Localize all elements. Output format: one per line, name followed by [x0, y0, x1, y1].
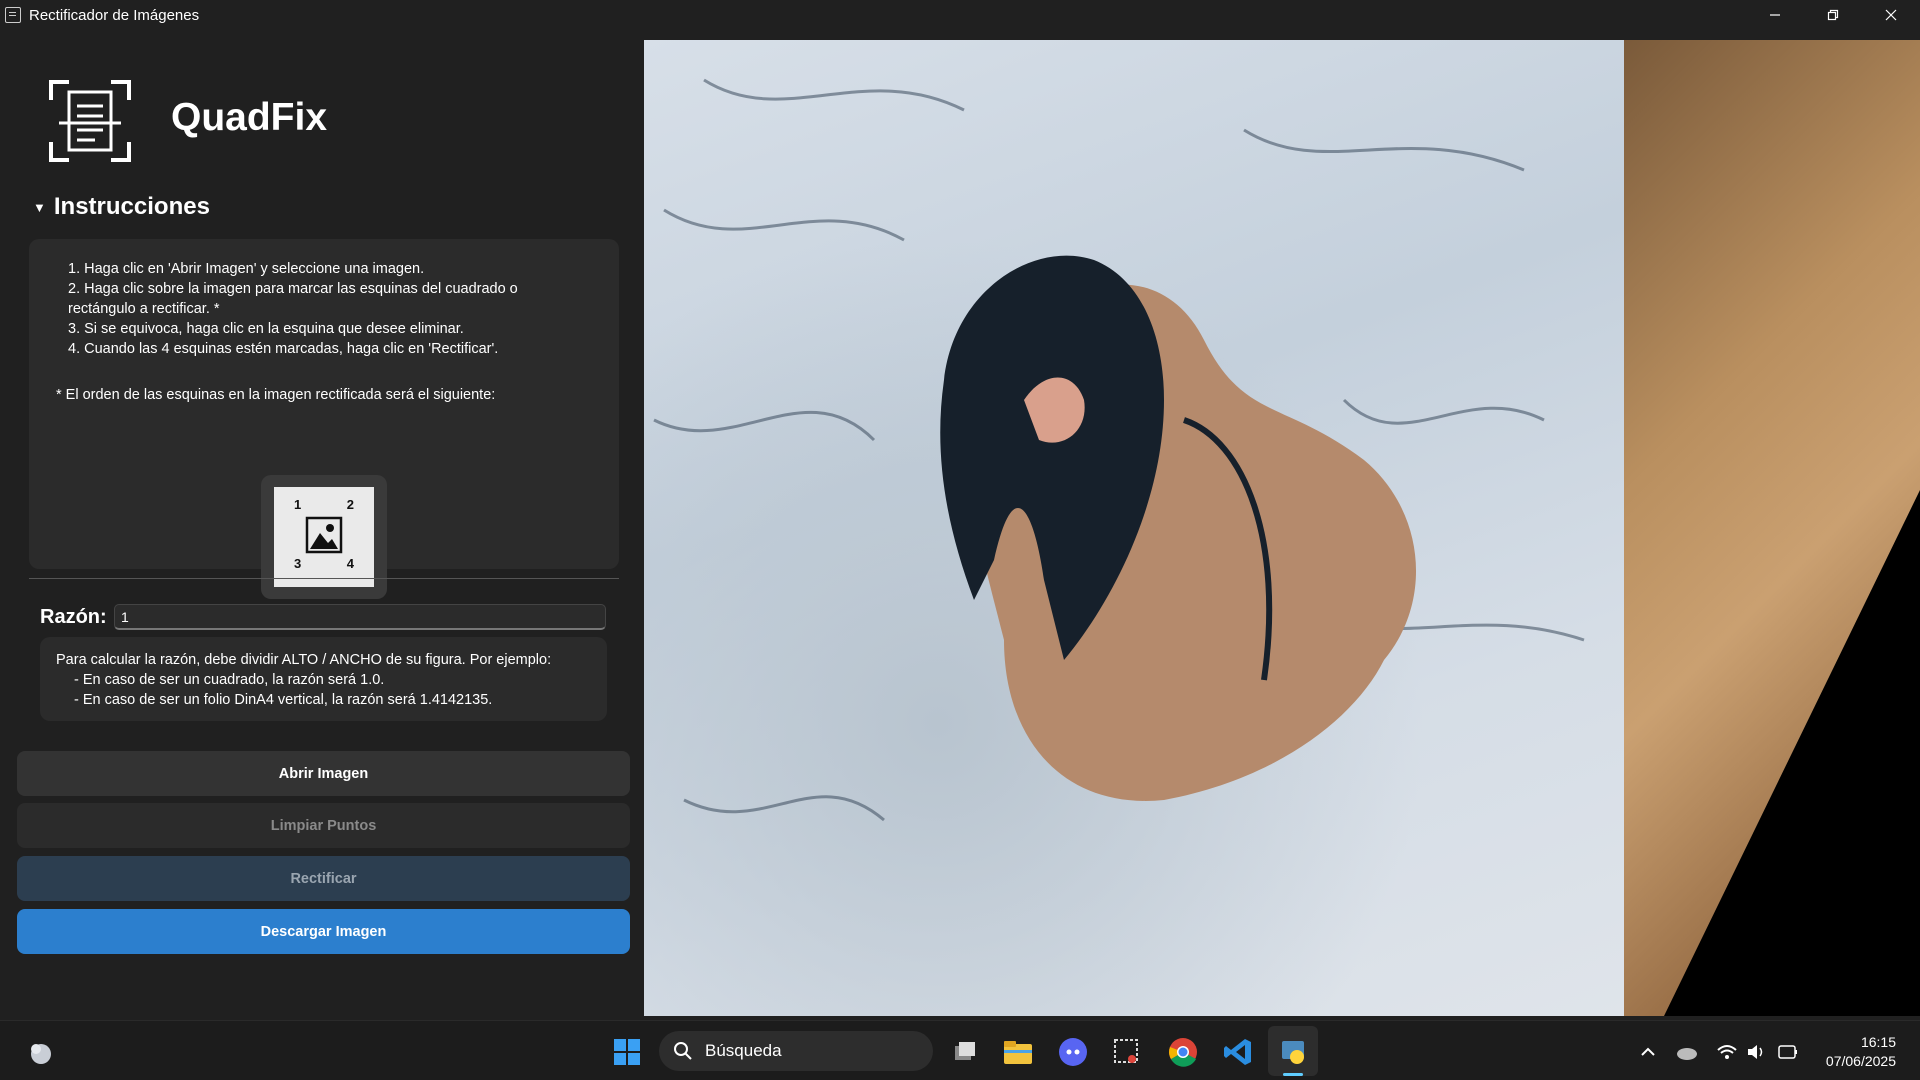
image-icon — [305, 516, 343, 554]
app-icon — [5, 7, 21, 23]
wifi-icon[interactable] — [1712, 1037, 1742, 1067]
divider — [29, 578, 619, 579]
instructions-title: Instrucciones — [53, 193, 210, 220]
clear-points-button[interactable]: Limpiar Puntos — [17, 803, 630, 848]
corner-label-1: 1 — [294, 497, 302, 512]
chrome-icon[interactable] — [1168, 1037, 1198, 1067]
caret-down-icon: ▼ — [33, 199, 46, 215]
instructions-steps[interactable]: 1. Haga clic en 'Abrir Imagen' y selecci… — [68, 259, 568, 357]
taskbar-search[interactable]: Búsqueda — [659, 1031, 933, 1071]
corner-order-card: 1 2 3 4 — [274, 487, 374, 587]
background-region — [1624, 40, 1920, 1016]
close-icon — [1885, 9, 1897, 21]
ratio-help-line: - En caso de ser un cuadrado, la razón s… — [74, 672, 385, 688]
image-content — [653, 78, 1585, 822]
file-explorer-icon[interactable] — [1003, 1037, 1033, 1067]
corner-order-diagram: 1 2 3 4 — [261, 475, 387, 599]
instruction-step: 2. Haga clic sobre la imagen para marcar… — [68, 281, 518, 297]
instructions-toggle[interactable]: ▼ Instrucciones — [33, 193, 210, 221]
discord-icon[interactable] — [1058, 1037, 1088, 1067]
task-view-icon[interactable] — [950, 1037, 980, 1067]
instruction-step: rectángulo a rectificar. * — [68, 301, 220, 317]
restore-button[interactable] — [1804, 0, 1862, 30]
rectify-button[interactable]: Rectificar — [17, 856, 630, 901]
ratio-input[interactable] — [114, 604, 606, 630]
restore-icon — [1827, 9, 1839, 21]
window-controls — [1746, 0, 1920, 30]
python-icon[interactable] — [1278, 1037, 1308, 1067]
active-indicator — [1283, 1073, 1303, 1076]
start-icon[interactable] — [612, 1037, 642, 1067]
taskbar: Búsqueda 16:15 07/06/2025 — [0, 1020, 1920, 1080]
instruction-step: 4. Cuando las 4 esquinas estén marcadas,… — [68, 341, 499, 357]
onedrive-icon[interactable] — [1672, 1037, 1702, 1067]
close-button[interactable] — [1862, 0, 1920, 30]
search-placeholder: Búsqueda — [705, 1041, 782, 1060]
instructions-panel: 1. Haga clic en 'Abrir Imagen' y selecci… — [29, 239, 619, 599]
minimize-button[interactable] — [1746, 0, 1804, 30]
search-icon — [674, 1042, 692, 1060]
minimize-icon — [1770, 14, 1780, 16]
clock-date: 07/06/2025 — [1825, 1053, 1896, 1069]
corner-label-2: 2 — [346, 497, 354, 512]
clock-time: 16:15 — [1860, 1034, 1896, 1050]
ratio-help-line: Para calcular la razón, debe dividir ALT… — [56, 652, 552, 668]
app-brand: QuadFix — [171, 96, 328, 139]
quadfix-logo-icon — [47, 78, 133, 164]
weather-icon[interactable] — [26, 1037, 56, 1067]
system-clock[interactable]: 16:15 07/06/2025 — [1826, 1033, 1896, 1071]
ratio-help-line: - En caso de ser un folio DinA4 vertical… — [74, 692, 493, 708]
download-image-button[interactable]: Descargar Imagen — [17, 909, 630, 954]
battery-icon[interactable] — [1772, 1037, 1802, 1067]
image-canvas[interactable] — [644, 40, 1920, 1016]
chevron-up-icon[interactable] — [1633, 1037, 1663, 1067]
open-image-button[interactable]: Abrir Imagen — [17, 751, 630, 796]
corner-label-3: 3 — [294, 556, 302, 571]
volume-icon[interactable] — [1742, 1037, 1772, 1067]
instruction-step: 1. Haga clic en 'Abrir Imagen' y selecci… — [68, 261, 425, 277]
ratio-label: Razón: — [40, 606, 107, 628]
control-panel: QuadFix ▼ Instrucciones 1. Haga clic en … — [0, 30, 640, 1020]
vscode-icon[interactable] — [1223, 1037, 1253, 1067]
instruction-step: 3. Si se equivoca, haga clic en la esqui… — [68, 321, 464, 337]
snipping-tool-icon[interactable] — [1112, 1037, 1142, 1067]
window-title: Rectificador de Imágenes — [29, 6, 200, 24]
ratio-help: Para calcular la razón, debe dividir ALT… — [40, 637, 607, 721]
title-bar: Rectificador de Imágenes — [0, 0, 1920, 30]
corner-label-4: 4 — [346, 556, 354, 571]
corner-order-note: * El orden de las esquinas en la imagen … — [56, 387, 496, 403]
